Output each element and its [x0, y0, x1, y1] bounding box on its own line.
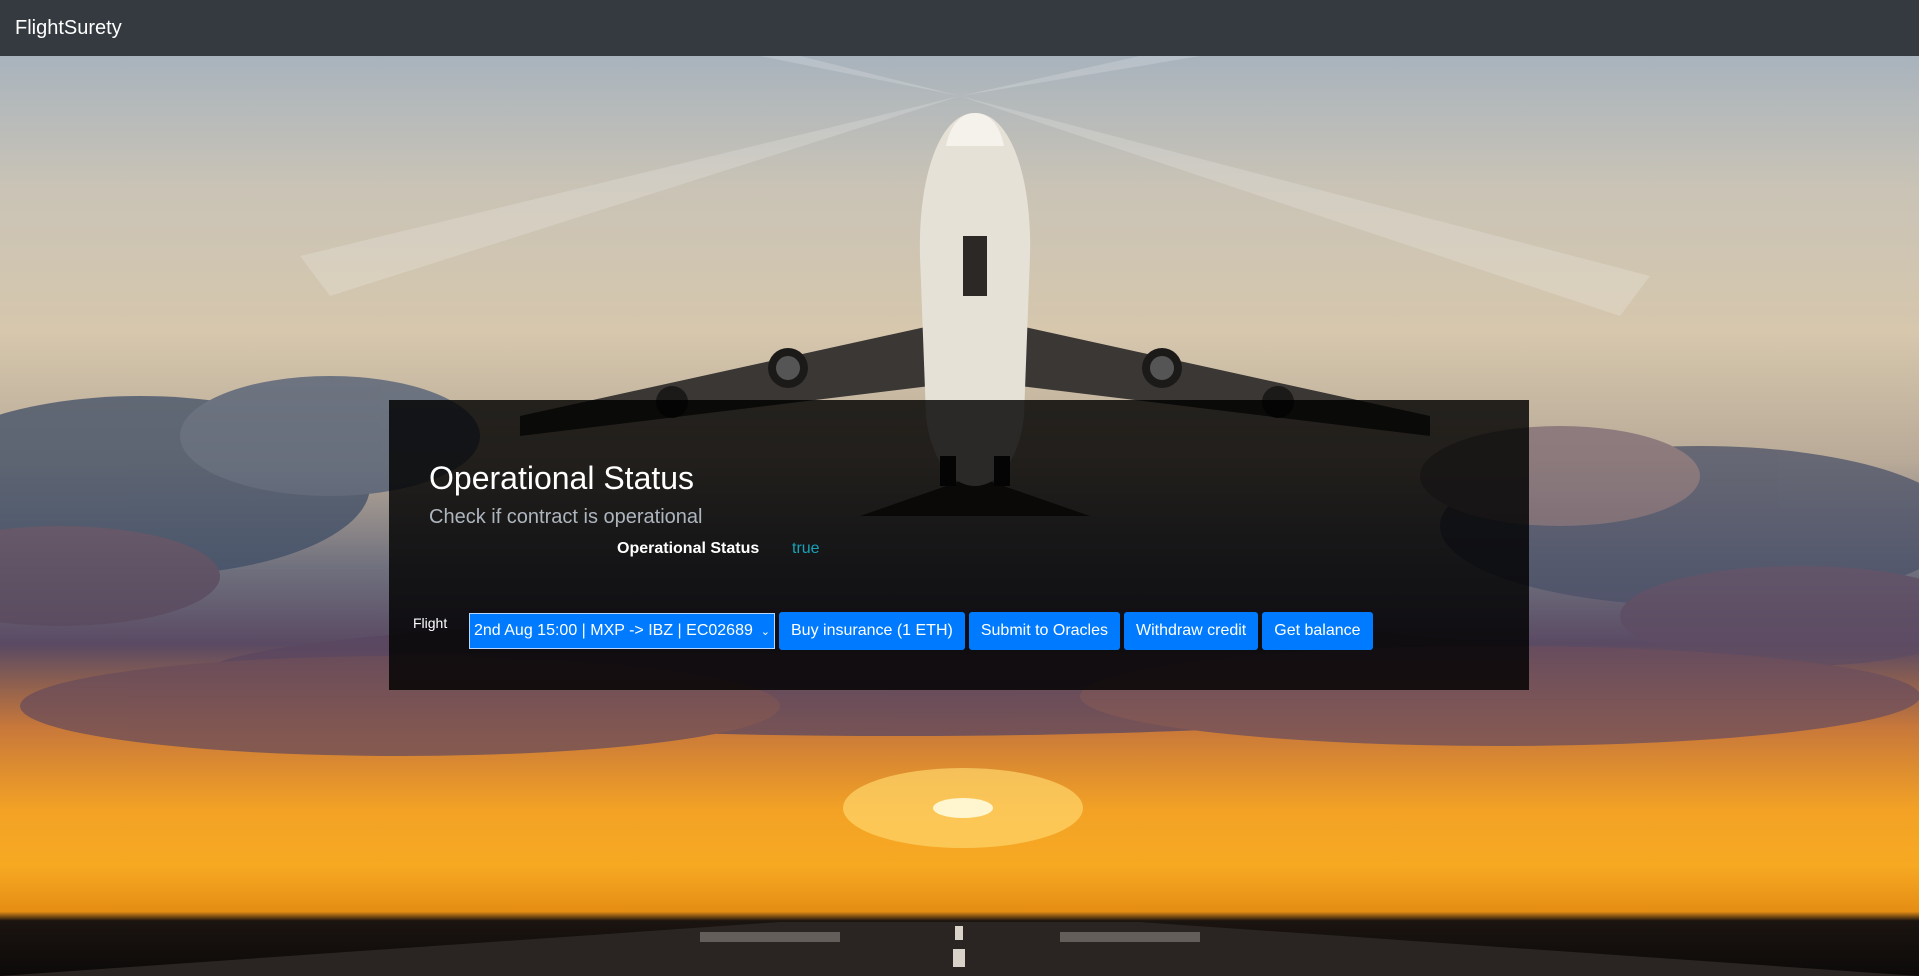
submit-oracles-button[interactable]: Submit to Oracles — [968, 612, 1120, 650]
chevron-down-icon: ⌄ — [760, 625, 770, 638]
operational-status-panel: Operational Status Check if contract is … — [389, 400, 1529, 690]
withdraw-credit-button[interactable]: Withdraw credit — [1124, 612, 1259, 650]
status-value: true — [792, 540, 820, 557]
brand-link[interactable]: FlightSurety — [15, 17, 122, 40]
flight-select[interactable]: 2nd Aug 15:00 | MXP -> IBZ | EC02689 ⌄ — [469, 613, 775, 649]
status-row: Operational Status true — [617, 540, 820, 558]
buy-insurance-button[interactable]: Buy insurance (1 ETH) — [779, 612, 965, 650]
flight-label: Flight — [413, 615, 448, 631]
status-label: Operational Status — [617, 540, 760, 557]
flight-controls: Flight 2nd Aug 15:00 | MXP -> IBZ | EC02… — [413, 612, 1377, 650]
navbar: FlightSurety — [0, 0, 1919, 56]
flight-select-value: 2nd Aug 15:00 | MXP -> IBZ | EC02689 — [474, 622, 753, 639]
panel-subtitle: Check if contract is operational — [429, 506, 703, 528]
panel-title: Operational Status — [429, 460, 695, 496]
get-balance-button[interactable]: Get balance — [1262, 612, 1373, 650]
